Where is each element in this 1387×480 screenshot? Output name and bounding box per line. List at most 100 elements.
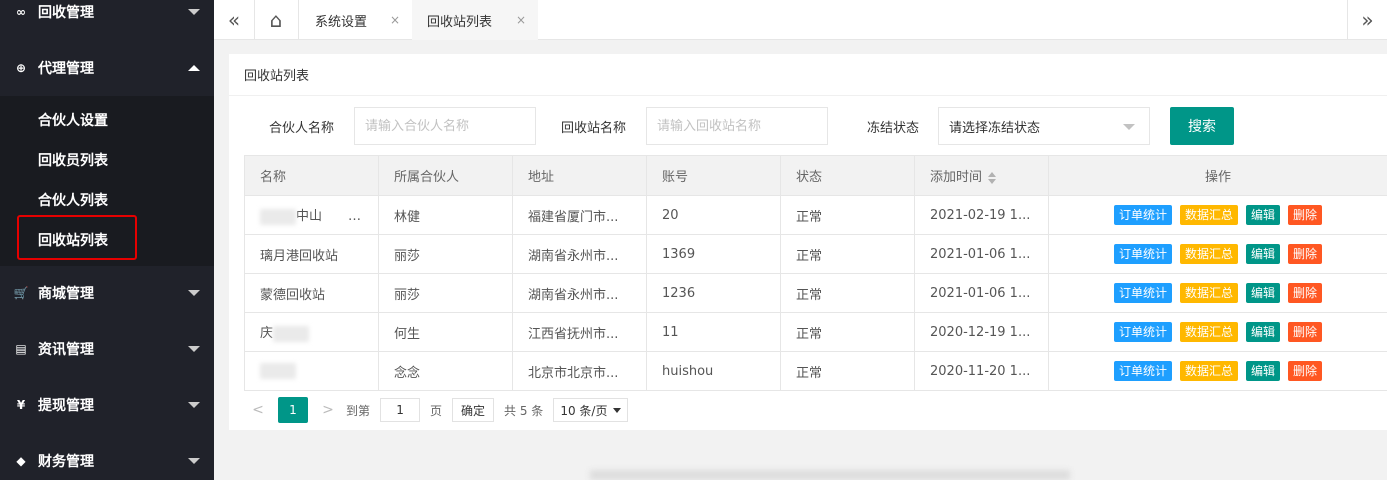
goto-page-input[interactable] <box>380 398 421 422</box>
edit-button[interactable]: 编辑 <box>1246 361 1281 381</box>
data-summary-button[interactable]: 数据汇总 <box>1179 361 1238 381</box>
cell-time-text: 2021-01-06 1... <box>930 246 1031 262</box>
cell-time: 2021-02-19 1... <box>914 195 1049 235</box>
station-name-input[interactable] <box>646 107 828 145</box>
submenu-item-recycler-list[interactable]: 回收员列表 <box>0 140 214 180</box>
card-title: 回收站列表 <box>229 54 1387 96</box>
delete-button[interactable]: 删除 <box>1288 244 1323 264</box>
menu-label: 代理管理 <box>38 61 94 77</box>
menu-news-management[interactable]: ▤ 资讯管理 <box>0 321 214 377</box>
edit-button[interactable]: 编辑 <box>1246 205 1281 225</box>
data-summary-button[interactable]: 数据汇总 <box>1179 205 1238 225</box>
cell-account-text: huishou <box>662 363 714 379</box>
menu-label: 财务管理 <box>38 454 94 470</box>
search-button[interactable]: 搜索 <box>1170 107 1234 145</box>
tab-system-settings[interactable]: 系统设置 × <box>300 0 412 40</box>
next-page-icon[interactable]: > <box>314 397 342 423</box>
cell-name: 中山 园附近 <box>244 195 379 235</box>
table-row: 念念 北京市北京市... huishou 正常 2020-11-20 1... 订单统计数… <box>244 351 1387 391</box>
tab-label: 回收站列表 <box>427 14 493 30</box>
cell-partner-text: 林健 <box>394 209 421 225</box>
cell-status: 正常 <box>780 312 915 352</box>
order-stats-button[interactable]: 订单统计 <box>1113 205 1172 225</box>
chevron-down-icon <box>188 458 200 464</box>
cell-account-text: 1236 <box>662 285 696 301</box>
sidebar: ∞ 回收管理 ⊕ 代理管理 合伙人设置 回收员列表 合伙人列表 回收站列表 🛒 … <box>0 0 214 480</box>
divider <box>298 0 299 40</box>
close-icon[interactable]: × <box>516 13 526 27</box>
collapse-left-icon[interactable]: « <box>214 0 254 40</box>
order-stats-button[interactable]: 订单统计 <box>1113 283 1172 303</box>
menu-finance-management[interactable]: ◆ 财务管理 <box>0 433 214 480</box>
select-value: 请选择冻结状态 <box>949 120 1041 136</box>
divider <box>254 0 255 40</box>
total-count: 共 5 条 <box>504 403 544 418</box>
cell-partner: 念念 <box>378 351 513 391</box>
prev-page-icon[interactable]: < <box>244 397 272 423</box>
delete-button[interactable]: 删除 <box>1288 322 1323 342</box>
partner-name-input[interactable] <box>354 107 536 145</box>
cell-name-text: 璃月港回收站 <box>260 248 339 264</box>
menu-label: 提现管理 <box>38 398 94 414</box>
order-stats-button[interactable]: 订单统计 <box>1113 322 1172 342</box>
table-header-row: 名称 所属合伙人 地址 账号 状态 添加时间 操作 <box>244 155 1387 196</box>
cell-partner-text: 丽莎 <box>394 248 421 264</box>
edit-button[interactable]: 编辑 <box>1246 244 1281 264</box>
cell-address-text: 北京市北京市... <box>528 365 619 381</box>
menu-label: 商城管理 <box>38 286 94 302</box>
edit-button[interactable]: 编辑 <box>1246 283 1281 303</box>
delete-button[interactable]: 删除 <box>1288 283 1323 303</box>
page-size-select[interactable]: 10 条/页 <box>553 398 629 422</box>
tab-bar: « ⌂ 系统设置 × 回收站列表 × » <box>214 0 1387 40</box>
tab-station-list[interactable]: 回收站列表 × <box>412 0 538 40</box>
expand-right-icon[interactable]: » <box>1348 0 1387 40</box>
menu-label: 回收管理 <box>38 5 94 21</box>
menu-recycle-management[interactable]: ∞ 回收管理 <box>0 0 214 40</box>
goto-confirm-button[interactable]: 确定 <box>452 398 495 422</box>
cell-partner: 林健 <box>378 195 513 235</box>
freeze-status-select[interactable]: 请选择冻结状态 <box>938 107 1150 145</box>
freeze-status-label: 冻结状态 <box>867 120 920 136</box>
header-account: 账号 <box>646 155 781 196</box>
cell-address: 湖南省永州市... <box>512 234 647 274</box>
cell-account-text: 1369 <box>662 246 696 262</box>
cell-name-text: 中山 园附近 <box>296 209 379 225</box>
edit-button[interactable]: 编辑 <box>1246 322 1281 342</box>
page-label: 页 <box>430 403 443 418</box>
header-name: 名称 <box>244 155 379 196</box>
menu-withdraw-management[interactable]: ¥ 提现管理 <box>0 377 214 433</box>
document-icon: ▤ <box>15 342 27 356</box>
submenu-item-partner-settings[interactable]: 合伙人设置 <box>0 100 214 140</box>
chevron-down-icon <box>188 290 200 296</box>
table-row: 中山 园附近 林健 福建省厦门市... 20 正常 2021-02-19 1... 订单统计… <box>244 195 1387 235</box>
menu-mall-management[interactable]: 🛒 商城管理 <box>0 265 214 321</box>
header-status: 状态 <box>780 155 915 196</box>
data-summary-button[interactable]: 数据汇总 <box>1179 283 1238 303</box>
cell-time: 2021-01-06 1... <box>914 234 1049 274</box>
data-summary-button[interactable]: 数据汇总 <box>1179 244 1238 264</box>
menu-agent-management[interactable]: ⊕ 代理管理 <box>0 40 214 96</box>
header-time[interactable]: 添加时间 <box>914 155 1049 196</box>
delete-button[interactable]: 删除 <box>1288 361 1323 381</box>
home-icon[interactable]: ⌂ <box>256 0 296 40</box>
order-stats-button[interactable]: 订单统计 <box>1113 361 1172 381</box>
sort-icon[interactable] <box>988 171 997 184</box>
order-stats-button[interactable]: 订单统计 <box>1113 244 1172 264</box>
chevron-down-icon <box>188 402 200 408</box>
cell-actions: 订单统计 数据汇总 编辑 删除 <box>1048 312 1387 352</box>
chevron-down-icon <box>1123 124 1135 130</box>
header-actions: 操作 <box>1048 155 1387 196</box>
current-page[interactable]: 1 <box>278 397 308 423</box>
header-address: 地址 <box>512 155 647 196</box>
yen-icon: ¥ <box>16 398 26 412</box>
close-icon[interactable]: × <box>390 13 400 27</box>
delete-button[interactable]: 删除 <box>1288 205 1323 225</box>
cell-account-text: 11 <box>662 324 679 340</box>
data-summary-button[interactable]: 数据汇总 <box>1179 322 1238 342</box>
cell-time: 2021-01-06 1... <box>914 273 1049 313</box>
cell-name-text: 蒙德回收站 <box>260 287 326 303</box>
chevron-down-icon <box>188 9 200 15</box>
submenu-item-partner-list[interactable]: 合伙人列表 <box>0 180 214 220</box>
cell-name: 璃月港回收站 <box>244 234 379 274</box>
cell-status: 正常 <box>780 195 915 235</box>
